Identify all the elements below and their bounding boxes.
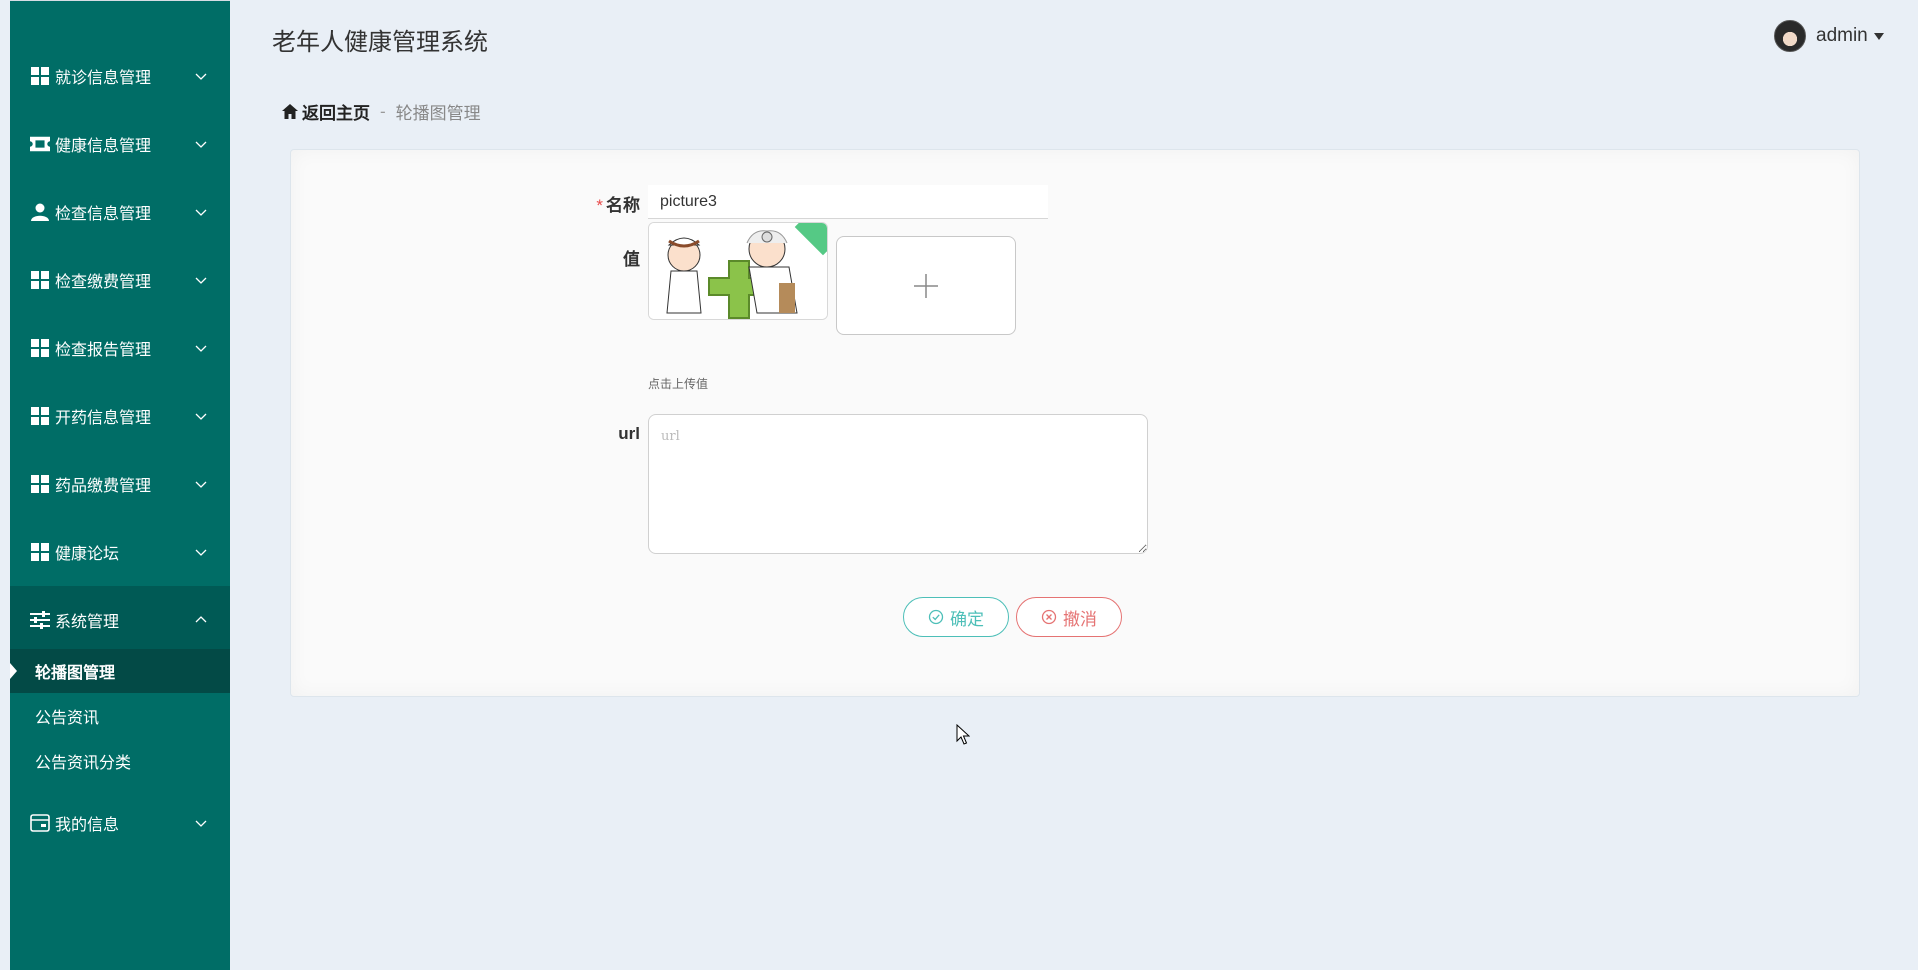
cancel-button[interactable]: 撤消: [1016, 597, 1122, 637]
menu-label: 检查报告管理: [55, 342, 152, 359]
submenu-announcement[interactable]: 公告资讯: [10, 694, 230, 738]
close-circle-icon: [1041, 609, 1057, 625]
menu-label: 我的信息: [55, 817, 120, 834]
chevron-down-icon: [195, 820, 207, 827]
chevron-down-icon: [195, 413, 207, 420]
breadcrumb-home[interactable]: 返回主页: [282, 99, 370, 124]
submenu-carousel[interactable]: 轮播图管理: [10, 649, 230, 693]
breadcrumb-separator: -: [380, 101, 386, 121]
menu-drug-fee[interactable]: 药品缴费管理: [10, 450, 230, 518]
chevron-down-icon: [195, 73, 207, 80]
sliders-icon: [30, 610, 50, 630]
cancel-label: 撤消: [1063, 609, 1097, 629]
user-icon: [30, 202, 50, 222]
menu-label: 系统管理: [55, 614, 120, 631]
menu-label: 健康论坛: [55, 546, 120, 563]
menu-prescription[interactable]: 开药信息管理: [10, 382, 230, 450]
menu-label: 就诊信息管理: [55, 70, 152, 87]
ticket-icon: [30, 134, 50, 154]
name-label: * 名称: [596, 196, 640, 215]
confirm-button[interactable]: 确定: [903, 597, 1009, 637]
chevron-down-icon: [195, 481, 207, 488]
chevron-down-icon: [195, 277, 207, 284]
username: admin: [1816, 25, 1868, 46]
upload-tip: 点击上传值: [648, 377, 709, 391]
url-label: url: [618, 424, 640, 443]
card-icon: [30, 813, 50, 833]
plus-icon: [914, 273, 938, 298]
chevron-down-icon: [195, 209, 207, 216]
menu-health-forum[interactable]: 健康论坛: [10, 518, 230, 586]
uploaded-image-thumbnail[interactable]: [648, 222, 828, 320]
value-label: 值: [623, 250, 640, 269]
grid-icon: [30, 66, 50, 86]
check-circle-icon: [928, 609, 944, 625]
avatar: [1774, 20, 1806, 52]
menu-label: 检查信息管理: [55, 206, 152, 223]
menu-my-info[interactable]: 我的信息: [10, 789, 230, 857]
grid-icon: [30, 270, 50, 290]
chevron-up-icon: [195, 616, 207, 623]
grid-icon: [30, 406, 50, 426]
menu-label: 健康信息管理: [55, 138, 152, 155]
chevron-down-icon: [195, 141, 207, 148]
sidebar: 就诊信息管理 健康信息管理 检查信息管理 检查缴费管理 检查报告管理 开药信息管…: [10, 0, 230, 970]
breadcrumb-home-label: 返回主页: [302, 104, 370, 123]
menu-check-fee[interactable]: 检查缴费管理: [10, 246, 230, 314]
menu-label: 开药信息管理: [55, 410, 152, 427]
chevron-down-icon: [195, 549, 207, 556]
menu-system-manage[interactable]: 系统管理: [10, 586, 230, 654]
menu-label: 药品缴费管理: [55, 478, 152, 495]
grid-icon: [30, 474, 50, 494]
nurse-doctor-image: [649, 223, 827, 319]
menu-check-info[interactable]: 检查信息管理: [10, 178, 230, 246]
name-input[interactable]: [648, 185, 1048, 219]
required-mark: *: [596, 196, 603, 215]
menu-label: 检查缴费管理: [55, 274, 152, 291]
app-title: 老年人健康管理系统: [272, 29, 488, 56]
confirm-label: 确定: [950, 609, 984, 629]
user-menu[interactable]: admin: [1774, 20, 1884, 52]
caret-down-icon: [1873, 32, 1884, 40]
chevron-down-icon: [195, 345, 207, 352]
menu-health-info[interactable]: 健康信息管理: [10, 110, 230, 178]
grid-icon: [30, 338, 50, 358]
submenu-label: 公告资讯分类: [35, 755, 132, 772]
upload-button[interactable]: [836, 236, 1016, 335]
breadcrumb: 返回主页 - 轮播图管理: [282, 99, 481, 124]
home-icon: [282, 104, 298, 119]
url-textarea[interactable]: [648, 414, 1148, 554]
breadcrumb-current: 轮播图管理: [395, 104, 481, 123]
menu-visit-info[interactable]: 就诊信息管理: [10, 42, 230, 110]
submenu-label: 轮播图管理: [35, 665, 116, 682]
menu-check-report[interactable]: 检查报告管理: [10, 314, 230, 382]
submenu-announcement-category[interactable]: 公告资讯分类: [10, 739, 230, 783]
mouse-cursor-icon: [956, 724, 970, 745]
submenu-label: 公告资讯: [35, 710, 100, 727]
grid-icon: [30, 542, 50, 562]
